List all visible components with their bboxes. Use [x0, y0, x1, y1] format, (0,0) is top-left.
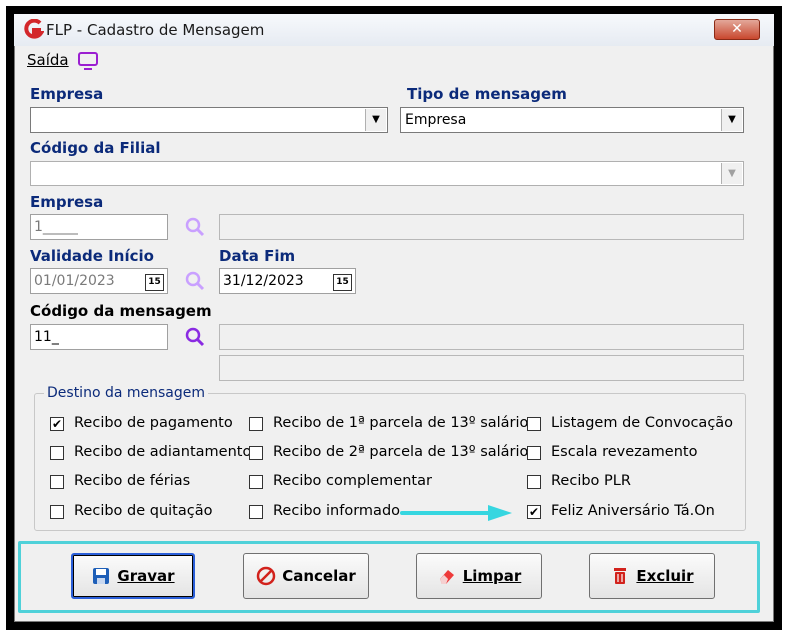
check-mark-icon: ✔ — [51, 417, 63, 431]
tipo-mensagem-value: Empresa — [405, 112, 467, 128]
menu-saida-label: Saída — [27, 51, 69, 69]
calendar-icon[interactable]: 15 — [333, 274, 352, 291]
check-mark-icon: ✔ — [528, 505, 540, 519]
menu-saida[interactable]: Saída — [27, 51, 69, 69]
empresa-code-value: 1_____ — [34, 219, 78, 235]
checkbox-recibo-complementar[interactable] — [249, 475, 263, 489]
checkbox-feliz-aniversario[interactable]: ✔ — [527, 505, 541, 519]
search-icon[interactable] — [182, 324, 208, 350]
validade-inicio-value: 01/01/2023 — [34, 273, 115, 289]
empresa-field-label: Empresa — [30, 193, 104, 211]
save-icon — [93, 568, 110, 584]
trash-icon — [614, 568, 627, 584]
checkbox-label[interactable]: Recibo de férias — [74, 473, 190, 489]
checkbox-recibo-quitacao[interactable] — [50, 505, 64, 519]
empresa-description — [219, 214, 744, 240]
excluir-label: Excluir — [636, 567, 694, 585]
data-fim-label: Data Fim — [219, 247, 296, 265]
close-button[interactable]: ✕ — [714, 19, 760, 40]
checkbox-listagem-convocacao[interactable] — [527, 417, 541, 431]
data-fim-input[interactable]: 31/12/2023 15 — [219, 268, 356, 294]
codigo-mensagem-description-2 — [219, 355, 744, 381]
chevron-down-icon[interactable]: ▼ — [721, 109, 742, 131]
codigo-mensagem-value: 11_ — [34, 329, 59, 345]
tipo-mensagem-select[interactable]: Empresa ▼ — [400, 107, 744, 133]
checkbox-label[interactable]: Recibo de quitação — [74, 503, 213, 519]
limpar-button[interactable]: Limpar — [416, 553, 542, 599]
checkbox-recibo-informado[interactable] — [249, 505, 263, 519]
checkbox-label[interactable]: Listagem de Convocação — [551, 415, 733, 431]
checkbox-escala-revezamento[interactable] — [527, 446, 541, 460]
codigo-filial-select[interactable]: ▼ — [30, 161, 744, 186]
data-fim-value: 31/12/2023 — [223, 273, 304, 289]
cancelar-button[interactable]: Cancelar — [243, 553, 369, 599]
codigo-mensagem-input[interactable]: 11_ — [30, 324, 168, 350]
arrow-right-icon — [400, 505, 512, 521]
cancel-icon — [256, 566, 276, 586]
validade-inicio-input[interactable]: 01/01/2023 15 — [30, 268, 168, 294]
checkbox-label[interactable]: Recibo de 1ª parcela de 13º salário — [273, 415, 528, 431]
checkbox-label[interactable]: Recibo de pagamento — [74, 415, 233, 431]
gravar-label: Gravar — [117, 567, 175, 585]
codigo-mensagem-description-1 — [219, 324, 744, 350]
checkbox-label[interactable]: Recibo informado — [273, 503, 400, 519]
checkbox-label[interactable]: Recibo complementar — [273, 473, 432, 489]
app-logo-icon — [24, 19, 44, 39]
checkbox-label[interactable]: Escala revezamento — [551, 444, 697, 460]
tipo-mensagem-label: Tipo de mensagem — [407, 85, 567, 103]
checkbox-label[interactable]: Recibo de 2ª parcela de 13º salário — [273, 444, 528, 460]
checkbox-recibo-pagamento[interactable]: ✔ — [50, 417, 64, 431]
chevron-down-icon[interactable]: ▼ — [365, 109, 386, 131]
empresa-code-input[interactable]: 1_____ — [30, 214, 168, 240]
checkbox-recibo-ferias[interactable] — [50, 475, 64, 489]
validade-inicio-label: Validade Início — [30, 247, 154, 265]
codigo-mensagem-label: Código da mensagem — [30, 302, 212, 320]
search-icon[interactable] — [182, 268, 208, 294]
monitor-icon[interactable] — [77, 51, 99, 71]
chevron-down-icon[interactable]: ▼ — [721, 163, 742, 184]
excluir-button[interactable]: Excluir — [589, 553, 715, 599]
checkbox-recibo-adiantamento[interactable] — [50, 446, 64, 460]
checkbox-label[interactable]: Feliz Aniversário Tá.On — [551, 503, 715, 519]
calendar-icon[interactable]: 15 — [145, 274, 164, 291]
search-icon[interactable] — [182, 214, 208, 240]
empresa-combo-label: Empresa — [30, 85, 104, 103]
checkbox-label[interactable]: Recibo PLR — [551, 473, 631, 489]
cancelar-label: Cancelar — [282, 567, 356, 585]
limpar-label: Limpar — [462, 567, 522, 585]
empresa-select[interactable]: ▼ — [30, 107, 388, 133]
eraser-icon — [439, 570, 454, 584]
checkbox-recibo-2-parcela[interactable] — [249, 446, 263, 460]
checkbox-recibo-1-parcela[interactable] — [249, 417, 263, 431]
codigo-filial-label: Código da Filial — [30, 139, 161, 157]
checkbox-recibo-plr[interactable] — [527, 475, 541, 489]
checkbox-label[interactable]: Recibo de adiantamento — [74, 444, 251, 460]
destino-group-title: Destino da mensagem — [44, 385, 209, 401]
window-title: FLP - Cadastro de Mensagem — [46, 21, 265, 39]
gravar-button[interactable]: Gravar — [71, 553, 195, 599]
